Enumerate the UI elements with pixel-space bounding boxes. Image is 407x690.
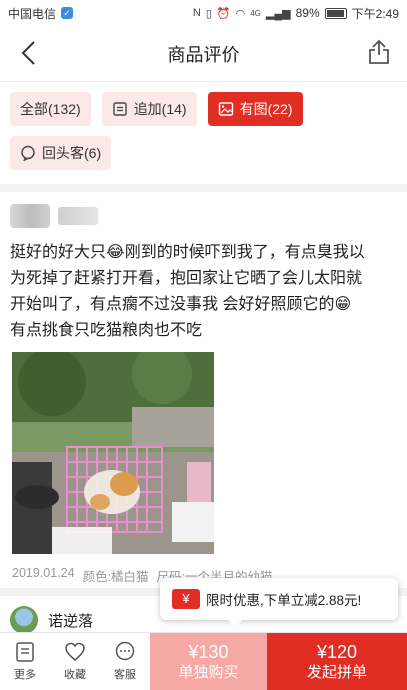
image-icon bbox=[218, 102, 233, 116]
reviewer-name: 诺逆落 bbox=[48, 612, 94, 630]
blurred-username bbox=[58, 207, 98, 225]
reviewer-row-2: 诺逆落 bbox=[10, 606, 93, 634]
favorite-label: 收藏 bbox=[64, 669, 86, 681]
network-type-label: 4G bbox=[250, 8, 261, 18]
heart-icon bbox=[65, 642, 85, 661]
filter-returning-customer[interactable]: 回头客(6) bbox=[10, 136, 112, 170]
nfc-icon: N bbox=[192, 7, 201, 19]
document-icon bbox=[112, 102, 127, 116]
back-arrow-icon[interactable] bbox=[16, 38, 46, 68]
review-date: 2019.01.24 bbox=[12, 566, 75, 580]
battery-percent: 89% bbox=[295, 6, 320, 20]
reviewer-row bbox=[0, 196, 407, 236]
single-label: 单独购买 bbox=[178, 663, 239, 681]
signal-icon: ▂▄▆ bbox=[265, 7, 291, 20]
start-group-buy-button[interactable]: ¥120 发起拼单 bbox=[267, 633, 407, 690]
filter-all-label: 全部(132) bbox=[20, 101, 81, 117]
alarm-icon: ⏰ bbox=[216, 7, 231, 20]
filter-returning-label: 回头客(6) bbox=[42, 145, 102, 161]
chat-icon bbox=[21, 145, 35, 161]
filter-with-photos[interactable]: 有图(22) bbox=[207, 92, 303, 126]
group-price: ¥120 bbox=[316, 641, 358, 662]
navigation-bar: 商品评价 bbox=[0, 26, 407, 82]
filter-all[interactable]: 全部(132) bbox=[10, 92, 91, 126]
status-time: 下午2:49 bbox=[351, 6, 399, 21]
carrier-label: 中国电信 bbox=[8, 6, 57, 21]
status-bar: 中国电信 ✓ N ▯ ⏰ ◠ 4G ▂▄▆ 89% 下午2:49 bbox=[0, 0, 407, 26]
more-button[interactable]: 更多 bbox=[0, 633, 50, 690]
yen-badge-icon: ¥ bbox=[172, 589, 200, 609]
service-label: 客服 bbox=[114, 669, 136, 681]
cat-in-cage-image bbox=[12, 352, 214, 554]
review-line: 开始叫了，有点瘸不过没事我 会好好照顾它的😁 bbox=[10, 296, 352, 313]
group-label: 发起拼单 bbox=[306, 663, 367, 681]
review-line: 有点挑食只吃猫粮肉也不吃 bbox=[10, 322, 203, 339]
filter-with-photos-label: 有图(22) bbox=[239, 101, 293, 117]
review-filter-tags: 全部(132) 追加(14) 有图(22) 回头客(6) bbox=[10, 92, 400, 170]
review-card: 挺好的好大只😂刚到的时候吓到我了，有点臭我以 为死掉了赶紧打开看，抱回家让它晒了… bbox=[0, 196, 407, 585]
customer-service-button[interactable]: 客服 bbox=[100, 633, 150, 690]
promo-tooltip[interactable]: ¥ 限时优惠,下单立减2.88元! bbox=[160, 578, 398, 627]
bottom-action-bar: 更多 收藏 客服 ¥130 单独购买 ¥120 发起拼单 bbox=[0, 632, 407, 690]
favorite-button[interactable]: 收藏 bbox=[50, 633, 100, 690]
review-photo-cat-cage[interactable] bbox=[12, 352, 214, 554]
share-icon[interactable] bbox=[365, 38, 393, 66]
promo-text: 限时优惠,下单立减2.88元! bbox=[206, 593, 362, 608]
page-title: 商品评价 bbox=[167, 44, 240, 65]
security-shield-icon: ✓ bbox=[61, 7, 74, 19]
battery-icon bbox=[324, 7, 347, 19]
vibrate-icon: ▯ bbox=[205, 7, 212, 20]
chat-bubble-icon bbox=[115, 641, 135, 661]
buy-alone-button[interactable]: ¥130 单独购买 bbox=[150, 633, 267, 690]
menu-list-icon bbox=[16, 642, 34, 662]
single-price: ¥130 bbox=[188, 641, 229, 662]
filter-appended[interactable]: 追加(14) bbox=[101, 92, 197, 126]
review-line: 挺好的好大只😂刚到的时候吓到我了，有点臭我以 bbox=[10, 244, 365, 261]
wifi-icon: ◠ bbox=[235, 7, 246, 20]
avatar bbox=[10, 606, 38, 634]
review-line: 为死掉了赶紧打开看，抱回家让它晒了会儿太阳就 bbox=[10, 270, 363, 287]
section-divider bbox=[0, 184, 407, 192]
review-text: 挺好的好大只😂刚到的时候吓到我了，有点臭我以 为死掉了赶紧打开看，抱回家让它晒了… bbox=[0, 240, 407, 344]
blurred-avatar bbox=[10, 204, 50, 228]
review-variant-color: 颜色:橘白猫 bbox=[82, 570, 149, 584]
filter-appended-label: 追加(14) bbox=[133, 101, 187, 117]
more-label: 更多 bbox=[14, 669, 36, 681]
